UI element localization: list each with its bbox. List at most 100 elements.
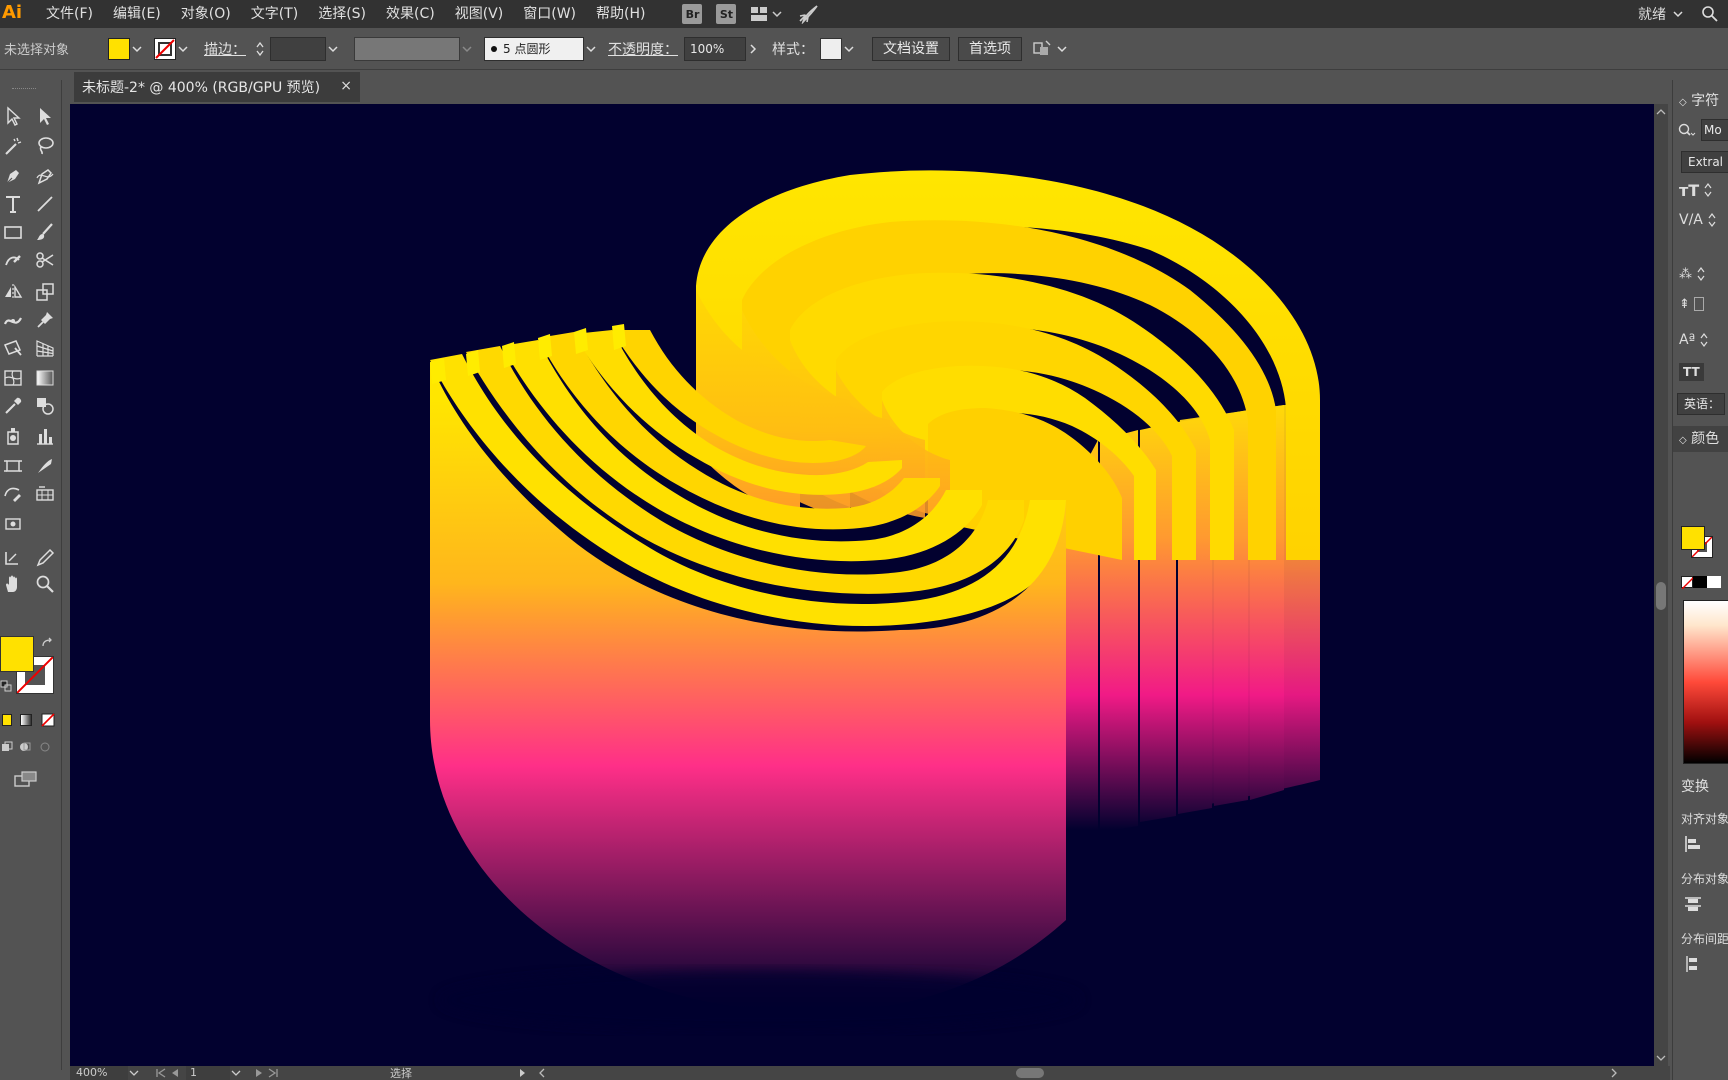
rotation-row[interactable]: ⇞ xyxy=(1679,292,1704,316)
rotate-view-tool[interactable] xyxy=(0,546,26,570)
gpu-performance-button[interactable] xyxy=(795,3,821,25)
menu-file[interactable]: 文件(F) xyxy=(36,0,103,28)
vertical-scrollbar[interactable] xyxy=(1654,104,1668,1066)
language-row[interactable]: 英语： xyxy=(1677,392,1725,416)
pen-tool[interactable] xyxy=(0,164,26,188)
free-transform-tool[interactable] xyxy=(0,336,26,360)
vertical-scroll-thumb[interactable] xyxy=(1656,582,1666,610)
shaper-tool[interactable] xyxy=(0,248,26,272)
pencil-tool[interactable] xyxy=(32,546,58,570)
workspace-switcher[interactable]: 就绪 xyxy=(1638,0,1684,28)
menu-view[interactable]: 视图(V) xyxy=(445,0,514,28)
fill-swatch[interactable] xyxy=(108,37,130,60)
transform-panel-header[interactable]: 变换 xyxy=(1673,774,1728,800)
color-fill-front[interactable] xyxy=(1681,526,1705,550)
draw-inside-button[interactable] xyxy=(38,740,52,754)
width-tool[interactable] xyxy=(0,308,26,332)
rotation-field[interactable] xyxy=(1693,297,1704,311)
arrange-button[interactable] xyxy=(1032,39,1068,59)
stepper-icon[interactable] xyxy=(1696,265,1706,283)
align-left-button[interactable] xyxy=(1683,834,1703,854)
kerning-row[interactable]: V/A xyxy=(1679,208,1717,232)
none-mode-button[interactable] xyxy=(40,712,56,728)
stroke-dropdown-icon[interactable] xyxy=(176,42,190,56)
horizontal-scrollbar[interactable] xyxy=(548,1068,1608,1078)
brush-definition[interactable]: 5 点圆形 xyxy=(484,36,584,61)
blend-tool[interactable] xyxy=(32,394,58,418)
baseline-shift-row[interactable]: Aª xyxy=(1679,328,1709,352)
draw-behind-button[interactable] xyxy=(18,740,32,754)
artboard-tool[interactable] xyxy=(0,454,26,478)
slice-tool[interactable] xyxy=(32,454,58,478)
gradient-tool[interactable] xyxy=(32,366,58,390)
graphic-style-swatch[interactable] xyxy=(820,37,842,60)
color-none-swatch[interactable] xyxy=(1681,576,1695,590)
stroke-label[interactable]: 描边： xyxy=(204,39,246,59)
first-artboard-icon[interactable] xyxy=(154,1067,168,1079)
color-black-swatch[interactable] xyxy=(1693,576,1707,588)
distribute-top-button[interactable] xyxy=(1683,894,1703,914)
stroke-weight-field[interactable] xyxy=(270,36,326,61)
perspective-grid-tool[interactable] xyxy=(32,336,58,360)
style-dropdown-icon[interactable] xyxy=(842,42,856,56)
scroll-up-icon[interactable] xyxy=(1654,106,1668,118)
zoom-level[interactable]: 400% xyxy=(70,1066,128,1080)
search-help-button[interactable] xyxy=(1698,2,1722,26)
curvature-tool[interactable] xyxy=(32,164,58,188)
eyedropper-tool[interactable] xyxy=(0,394,26,418)
font-style-row[interactable]: Extral xyxy=(1681,150,1728,174)
brush-dropdown-icon[interactable] xyxy=(584,42,598,56)
next-artboard-icon[interactable] xyxy=(252,1067,266,1079)
font-search-row[interactable]: Mo xyxy=(1677,118,1728,142)
tracking-row[interactable]: ⁂ xyxy=(1679,262,1706,286)
horizontal-scroll-thumb[interactable] xyxy=(1016,1068,1044,1078)
fill-dropdown-icon[interactable] xyxy=(130,42,144,56)
stepper-icon[interactable] xyxy=(1703,181,1713,199)
color-panel-header[interactable]: ◇ 颜色 xyxy=(1673,426,1728,452)
opacity-label[interactable]: 不透明度： xyxy=(608,39,678,59)
profile-dropdown-icon[interactable] xyxy=(460,42,474,56)
menu-window[interactable]: 窗口(W) xyxy=(513,0,586,28)
screen-mode-button[interactable] xyxy=(12,768,40,790)
menu-help[interactable]: 帮助(H) xyxy=(586,0,655,28)
menu-object[interactable]: 对象(O) xyxy=(171,0,241,28)
opacity-arrow-icon[interactable] xyxy=(746,42,760,56)
stock-button[interactable]: St xyxy=(713,3,739,25)
color-mode-button[interactable] xyxy=(0,712,14,728)
symbol-sprayer-tool[interactable] xyxy=(0,424,26,448)
stepper-icon[interactable] xyxy=(1699,331,1709,349)
stroke-weight-stepper[interactable] xyxy=(254,38,266,60)
fill-color-front[interactable] xyxy=(0,636,34,672)
language-field[interactable]: 英语： xyxy=(1677,393,1725,415)
document-setup-button[interactable]: 文档设置 xyxy=(872,36,950,61)
caps-row[interactable]: TT xyxy=(1679,360,1704,384)
preferences-button[interactable]: 首选项 xyxy=(958,36,1022,61)
font-size-row[interactable]: тT xyxy=(1679,178,1713,202)
color-white-swatch[interactable] xyxy=(1707,576,1721,588)
all-caps-button[interactable]: TT xyxy=(1679,363,1704,381)
canvas[interactable] xyxy=(70,104,1654,1066)
swap-fill-stroke-button[interactable] xyxy=(40,636,56,652)
scissors-tool[interactable] xyxy=(32,248,58,272)
shape-builder-tool[interactable] xyxy=(32,482,58,506)
menu-select[interactable]: 选择(S) xyxy=(308,0,376,28)
variable-width-profile[interactable] xyxy=(354,36,460,61)
zoom-tool[interactable] xyxy=(32,572,58,596)
direct-selection-tool[interactable] xyxy=(32,104,58,128)
puppet-warp-tool[interactable] xyxy=(32,308,58,332)
document-tab[interactable]: 未标题-2* @ 400% (RGB/GPU 预览) × xyxy=(74,72,360,102)
panel-grip[interactable] xyxy=(12,88,36,91)
rectangle-tool[interactable] xyxy=(0,220,26,244)
menu-effect[interactable]: 效果(C) xyxy=(376,0,445,28)
selection-tool[interactable] xyxy=(0,104,26,128)
draw-normal-button[interactable] xyxy=(0,740,14,754)
line-segment-tool[interactable] xyxy=(32,192,58,216)
stroke-swatch[interactable] xyxy=(154,37,176,60)
artboard-dropdown-icon[interactable] xyxy=(230,1068,242,1078)
default-colors-button[interactable] xyxy=(0,680,12,692)
close-tab-button[interactable]: × xyxy=(340,78,352,94)
lasso-tool[interactable] xyxy=(32,134,58,158)
arrange-documents-button[interactable] xyxy=(747,3,787,25)
mesh-tool[interactable] xyxy=(0,366,26,390)
zoom-dropdown-icon[interactable] xyxy=(128,1068,140,1078)
